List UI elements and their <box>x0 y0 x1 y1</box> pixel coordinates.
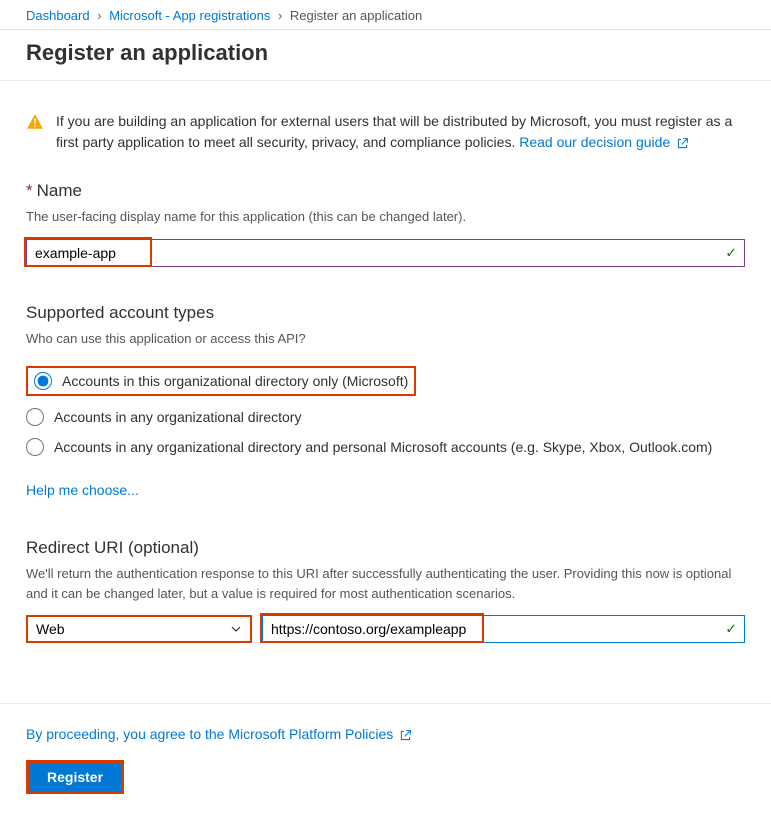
account-type-radio-any-personal[interactable] <box>26 438 44 456</box>
page-title: Register an application <box>0 30 771 81</box>
redirect-type-select[interactable]: Web <box>28 617 250 641</box>
name-input[interactable] <box>26 239 745 267</box>
external-link-icon <box>399 729 412 742</box>
required-asterisk-icon: * <box>26 181 33 200</box>
highlight-box: Register <box>26 760 124 794</box>
help-me-choose-link[interactable]: Help me choose... <box>26 482 139 498</box>
breadcrumb-dashboard-link[interactable]: Dashboard <box>26 8 90 23</box>
account-type-label-single-org[interactable]: Accounts in this organizational director… <box>62 373 408 389</box>
footer: By proceeding, you agree to the Microsof… <box>0 703 771 816</box>
checkmark-icon: ✓ <box>725 244 737 261</box>
account-type-label-any-personal[interactable]: Accounts in any organizational directory… <box>54 439 712 455</box>
account-type-radio-single-org[interactable] <box>34 372 52 390</box>
redirect-uri-label: Redirect URI (optional) <box>26 538 745 558</box>
info-banner: If you are building an application for e… <box>26 111 745 153</box>
breadcrumb-app-registrations-link[interactable]: Microsoft - App registrations <box>109 8 270 23</box>
name-description: The user-facing display name for this ap… <box>26 207 745 227</box>
chevron-right-icon: › <box>97 8 101 23</box>
account-type-label-any-org[interactable]: Accounts in any organizational directory <box>54 409 301 425</box>
account-type-radio-any-org[interactable] <box>26 408 44 426</box>
redirect-uri-input[interactable] <box>262 615 745 643</box>
platform-policies-link[interactable]: By proceeding, you agree to the Microsof… <box>26 726 412 742</box>
account-types-description: Who can use this application or access t… <box>26 329 745 349</box>
name-label: *Name <box>26 181 745 201</box>
register-button[interactable]: Register <box>29 763 121 791</box>
chevron-right-icon: › <box>278 8 282 23</box>
redirect-uri-description: We'll return the authentication response… <box>26 564 745 603</box>
checkmark-icon: ✓ <box>725 621 737 638</box>
warning-icon <box>26 113 44 131</box>
breadcrumb-current: Register an application <box>290 8 422 23</box>
account-types-label: Supported account types <box>26 303 745 323</box>
breadcrumb: Dashboard › Microsoft - App registration… <box>0 0 771 30</box>
decision-guide-link[interactable]: Read our decision guide <box>519 134 689 150</box>
account-types-radio-group: Accounts in this organizational director… <box>26 360 745 462</box>
external-link-icon <box>676 137 689 150</box>
